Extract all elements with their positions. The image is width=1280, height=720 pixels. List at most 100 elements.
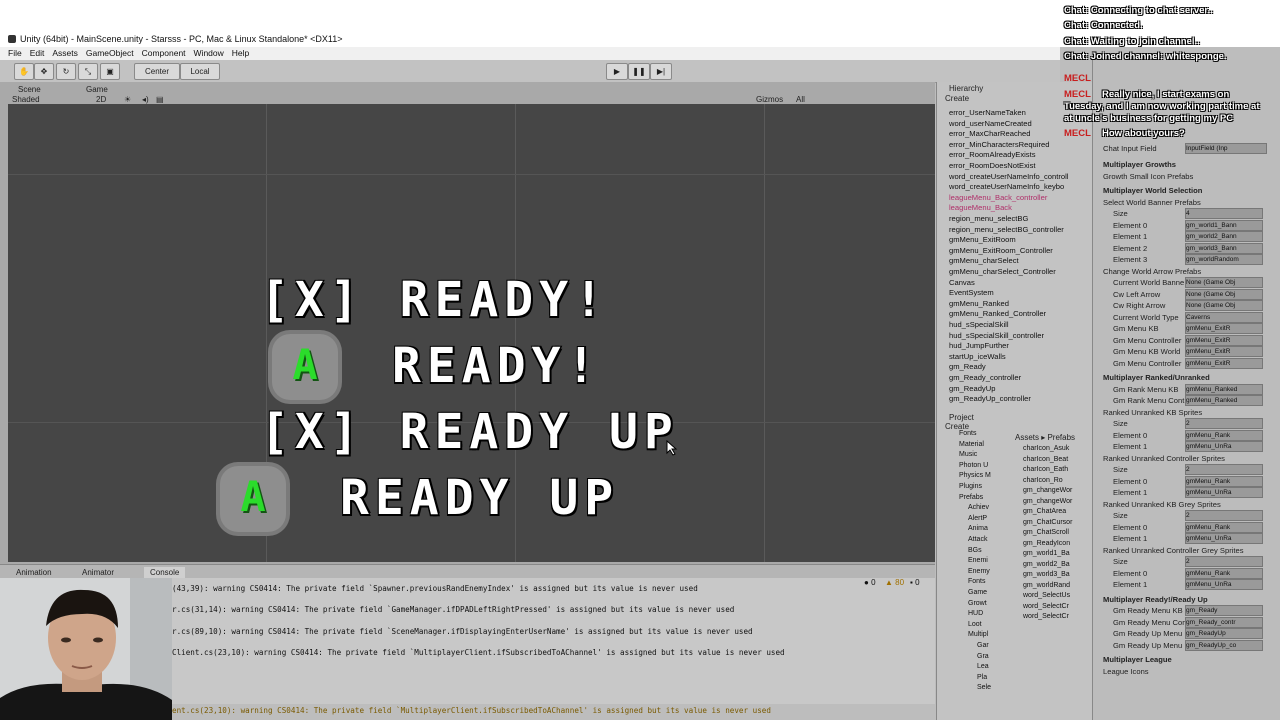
console-log-line[interactable]: r.cs(31,14): warning CS0414: The private… [172,605,734,614]
menu-gameobject[interactable]: GameObject [86,48,134,58]
menu-assets[interactable]: Assets [52,48,78,58]
hierarchy-item[interactable]: leagueMenu_Back [949,203,1012,212]
menu-edit[interactable]: Edit [30,48,45,58]
hierarchy-item[interactable]: gmMenu_Ranked_Controller [949,309,1046,318]
inspector-field-value[interactable]: gm_Ready [1185,605,1263,616]
project-folder[interactable]: Anima [968,525,988,532]
hierarchy-item[interactable]: gmMenu_charSelect_Controller [949,267,1056,276]
project-asset[interactable]: charIcon_Beat [1023,456,1068,463]
inspector-field-value[interactable]: gmMenu_Rank [1185,567,1263,579]
inspector-field-value[interactable]: None (Game Obj [1185,277,1263,288]
project-folder[interactable]: Game [968,589,987,596]
inspector-field-value[interactable]: gmMenu_ExitR [1185,323,1263,334]
inspector-field-value[interactable]: gmMenu_UnRa [1185,487,1263,498]
hierarchy-item[interactable]: word_createUserNameInfo_keybo [949,182,1064,191]
inspector-field-value[interactable]: gm_worldRandom [1185,254,1263,265]
console-log-line[interactable]: r.cs(89,10): warning CS0414: The private… [172,627,753,636]
hierarchy-item[interactable]: gmMenu_ExitRoom [949,235,1016,244]
project-asset[interactable]: gm_world1_Ba [1023,550,1070,557]
project-asset[interactable]: gm_changeWor [1023,487,1072,494]
hierarchy-item[interactable]: error_MaxCharReached [949,129,1030,138]
hierarchy-item[interactable]: hud_sSpecialSkill_controller [949,331,1044,340]
project-folder[interactable]: AlertP [968,515,987,522]
rotate-tool-icon[interactable]: ↻ [56,63,76,80]
inspector-field-value[interactable]: gm_world2_Bann [1185,231,1263,242]
project-asset[interactable]: gm_world3_Ba [1023,571,1070,578]
project-folder[interactable]: Achiev [968,504,989,511]
pause-icon[interactable]: ❚❚ [628,63,650,80]
menu-help[interactable]: Help [232,48,249,58]
inspector-field-value[interactable]: Caverns [1185,311,1263,323]
inspector-field-value[interactable]: gmMenu_UnRa [1185,579,1263,590]
hierarchy-create-button[interactable]: Create [939,93,975,105]
project-asset[interactable]: gm_ChatArea [1023,508,1066,515]
project-folder[interactable]: Music [959,451,977,458]
scale-tool-icon[interactable]: ⤡ [78,63,98,80]
project-folder[interactable]: Fonts [968,578,986,585]
project-asset[interactable]: gm_ReadyIcon [1023,540,1070,547]
project-folder[interactable]: Enemi [968,557,988,564]
project-folder[interactable]: Gra [977,653,989,660]
rect-tool-icon[interactable]: ▣ [100,63,120,80]
inspector-field-value[interactable]: 2 [1185,510,1263,521]
hierarchy-item[interactable]: gm_Ready [949,362,986,371]
hierarchy-item[interactable]: gmMenu_charSelect [949,256,1019,265]
inspector-field-value[interactable]: gm_Ready_contr [1185,616,1263,628]
project-asset[interactable]: gm_changeWor [1023,498,1072,505]
project-asset[interactable]: gm_worldRand [1023,582,1070,589]
play-icon[interactable]: ▶ [606,63,628,80]
hierarchy-item[interactable]: Canvas [949,278,975,287]
move-tool-icon[interactable]: ✥ [34,63,54,80]
hierarchy-item[interactable]: word_createUserNameInfo_controll [949,172,1068,181]
project-asset[interactable]: gm_ChatCursor [1023,519,1072,526]
project-folder[interactable]: Physics M [959,472,991,479]
inspector-field-value[interactable]: 2 [1185,556,1263,567]
hierarchy-item[interactable]: gm_ReadyUp_controller [949,394,1031,403]
inspector-field-value[interactable]: gmMenu_Ranked [1185,383,1263,395]
hierarchy-item[interactable]: error_MinCharactersRequired [949,140,1049,149]
project-folder[interactable]: Loot [968,621,982,628]
inspector-field-value[interactable]: gmMenu_Rank [1185,475,1263,487]
project-folder[interactable]: HUD [968,610,983,617]
hierarchy-item[interactable]: error_UserNameTaken [949,108,1026,117]
project-asset[interactable]: charIcon_Eath [1023,466,1068,473]
project-folder[interactable]: Growt [968,600,987,607]
hierarchy-item[interactable]: gmMenu_ExitRoom_Controller [949,246,1053,255]
inspector-field-value[interactable]: gmMenu_Ranked [1185,395,1263,406]
console-log-line[interactable]: (43,39): warning CS0414: The private fie… [172,584,698,593]
pivot-center-button[interactable]: Center [134,63,180,80]
inspector-field-value[interactable]: gmMenu_Rank [1185,521,1263,533]
hierarchy-item[interactable]: hud_sSpecialSkill [949,320,1009,329]
project-asset[interactable]: word_SelectUs [1023,592,1070,599]
hierarchy-item[interactable]: hud_JumpFurther [949,341,1009,350]
inspector-field-value[interactable]: gmMenu_ExitR [1185,357,1263,369]
project-folder[interactable]: Attack [968,536,987,543]
project-folder[interactable]: Enemy [968,568,990,575]
inspector-field-value[interactable]: gm_world3_Bann [1185,242,1263,254]
hierarchy-item[interactable]: region_menu_selectBG_controller [949,225,1064,234]
inspector-field-value[interactable]: 2 [1185,418,1263,429]
project-asset[interactable]: gm_ChatScroll [1023,529,1069,536]
project-asset[interactable]: charIcon_Ro [1023,477,1063,484]
scene-view[interactable]: [X] READY! A READY! [X] READY UP A READY… [8,104,935,562]
inspector-field-value[interactable]: 2 [1185,464,1263,475]
hierarchy-item[interactable]: gmMenu_Ranked [949,299,1009,308]
inspector-field-value[interactable]: gmMenu_UnRa [1185,441,1263,452]
pivot-local-button[interactable]: Local [180,63,220,80]
inspector-field-value[interactable]: 4 [1185,208,1263,219]
hierarchy-item[interactable]: region_menu_selectBG [949,214,1028,223]
inspector-field-value[interactable]: gm_ReadyUp [1185,628,1263,639]
inspector-field-value[interactable]: gmMenu_UnRa [1185,533,1263,544]
project-folder[interactable]: Multipl [968,631,988,638]
hierarchy-item[interactable]: EventSystem [949,288,994,297]
hierarchy-item[interactable]: error_RoomAlreadyExists [949,150,1036,159]
project-folder[interactable]: Sele [977,684,991,691]
project-folder[interactable]: Photon U [959,462,988,469]
hierarchy-item[interactable]: startUp_iceWalls [949,352,1006,361]
project-folder[interactable]: Material [959,441,984,448]
project-asset[interactable]: gm_world2_Ba [1023,561,1070,568]
inspector-section-header[interactable]: Multiplayer Ready!/Ready Up [1103,595,1208,604]
project-folder[interactable]: Pla [977,674,987,681]
inspector-section-header[interactable]: Multiplayer World Selection [1103,186,1202,195]
inspector-field-value[interactable]: gmMenu_Rank [1185,429,1263,441]
